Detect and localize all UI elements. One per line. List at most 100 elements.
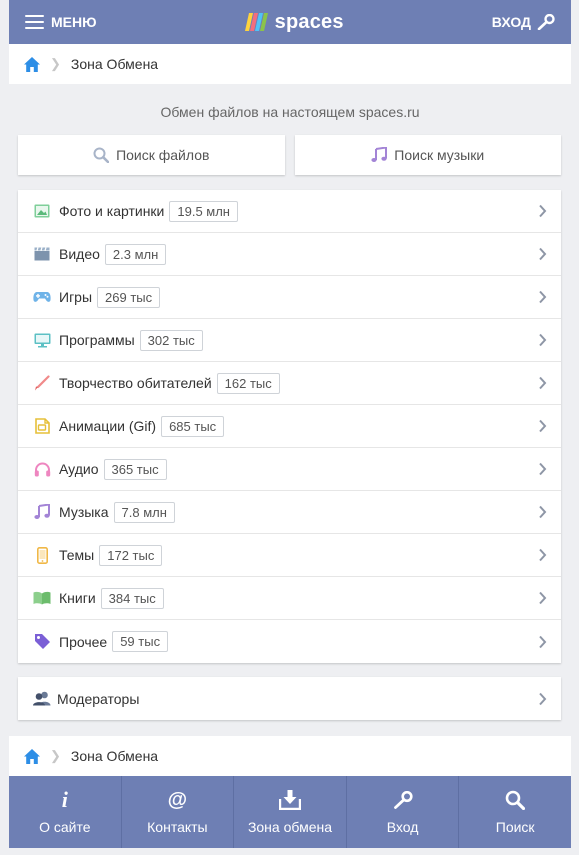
category-label: Игры bbox=[59, 289, 93, 305]
menu-label: МЕНЮ bbox=[51, 14, 97, 30]
category-item-books[interactable]: Книги 384 тыс bbox=[18, 577, 561, 620]
nav-label: Вход bbox=[386, 819, 419, 835]
category-count-badge: 384 тыс bbox=[100, 587, 164, 609]
chevron-right-icon bbox=[539, 419, 547, 433]
category-item-photos[interactable]: Фото и картинки 19.5 млн bbox=[18, 190, 561, 233]
search-files-button[interactable]: Поиск файлов bbox=[18, 135, 285, 175]
hamburger-icon bbox=[25, 15, 44, 29]
category-item-themes[interactable]: Темы 172 тыс bbox=[18, 534, 561, 577]
category-item-animations[interactable]: Анимации (Gif) 685 тыс bbox=[18, 405, 561, 448]
book-icon bbox=[32, 589, 52, 607]
category-list: Фото и картинки 19.5 млн Видео 2.3 млн И… bbox=[18, 190, 561, 663]
category-item-video[interactable]: Видео 2.3 млн bbox=[18, 233, 561, 276]
nav-label: Поиск bbox=[495, 819, 535, 835]
brush-icon bbox=[32, 374, 52, 392]
breadcrumb-current: Зона Обмена bbox=[70, 56, 159, 72]
category-item-creativity[interactable]: Творчество обитателей 162 тыс bbox=[18, 362, 561, 405]
nav-search[interactable]: Поиск bbox=[459, 776, 571, 848]
category-label: Фото и картинки bbox=[59, 203, 165, 219]
chevron-right-icon bbox=[539, 548, 547, 562]
category-item-audio[interactable]: Аудио 365 тыс bbox=[18, 448, 561, 491]
top-bar: МЕНЮ spaces ВХОД bbox=[9, 0, 571, 44]
info-icon: i bbox=[61, 787, 68, 812]
breadcrumb-separator-icon: ❯ bbox=[50, 56, 61, 71]
headphones-icon bbox=[32, 460, 52, 478]
users-icon bbox=[32, 691, 52, 706]
key-icon bbox=[393, 789, 413, 811]
category-label: Анимации (Gif) bbox=[59, 418, 157, 434]
home-icon[interactable] bbox=[23, 748, 41, 765]
category-count-badge: 162 тыс bbox=[216, 372, 280, 394]
search-music-label: Поиск музыки bbox=[394, 147, 485, 163]
search-icon bbox=[505, 789, 526, 811]
category-label: Программы bbox=[59, 332, 135, 348]
tag-icon bbox=[32, 633, 52, 651]
logo[interactable]: spaces bbox=[244, 11, 344, 34]
search-music-button[interactable]: Поиск музыки bbox=[294, 135, 561, 175]
category-item-music[interactable]: Музыка 7.8 млн bbox=[18, 491, 561, 534]
chevron-right-icon bbox=[539, 204, 547, 218]
video-icon bbox=[32, 245, 52, 263]
gamepad-icon bbox=[32, 288, 52, 306]
spaces-logo-icon bbox=[244, 13, 268, 31]
category-label: Прочее bbox=[59, 633, 108, 650]
moderators-item[interactable]: Модераторы bbox=[18, 677, 561, 720]
category-count-badge: 365 тыс bbox=[103, 458, 167, 480]
nav-label: Зона обмена bbox=[247, 819, 333, 835]
nav-contacts[interactable]: @ Контакты bbox=[122, 776, 235, 848]
breadcrumb-current: Зона Обмена bbox=[70, 748, 159, 764]
category-count-badge: 172 тыс bbox=[99, 544, 163, 566]
chevron-right-icon bbox=[539, 290, 547, 304]
search-files-label: Поиск файлов bbox=[116, 147, 210, 163]
category-label: Книги bbox=[59, 590, 96, 606]
login-button[interactable]: ВХОД bbox=[492, 14, 555, 30]
nav-label: Контакты bbox=[147, 819, 208, 835]
chevron-right-icon bbox=[539, 247, 547, 261]
category-count-badge: 2.3 млн bbox=[104, 243, 167, 265]
music-note-icon bbox=[32, 503, 52, 521]
category-item-programs[interactable]: Программы 302 тыс bbox=[18, 319, 561, 362]
page-subtitle: Обмен файлов на настоящем spaces.ru bbox=[160, 104, 420, 120]
photo-icon bbox=[32, 202, 52, 220]
breadcrumb: ❯ Зона Обмена bbox=[9, 44, 571, 84]
chevron-right-icon bbox=[539, 333, 547, 347]
breadcrumb-separator-icon: ❯ bbox=[50, 748, 61, 763]
category-count-badge: 19.5 млн bbox=[169, 200, 238, 222]
chevron-right-icon bbox=[539, 692, 547, 705]
home-icon[interactable] bbox=[23, 56, 41, 73]
breadcrumb-bottom: ❯ Зона Обмена bbox=[9, 736, 571, 776]
gif-icon bbox=[32, 417, 52, 435]
category-count-badge: 685 тыс bbox=[161, 415, 225, 437]
phone-icon bbox=[32, 546, 52, 564]
menu-button[interactable]: МЕНЮ bbox=[25, 14, 97, 30]
category-count-badge: 269 тыс bbox=[97, 286, 161, 308]
download-icon bbox=[278, 789, 301, 811]
category-label: Видео bbox=[59, 246, 100, 262]
category-item-games[interactable]: Игры 269 тыс bbox=[18, 276, 561, 319]
category-label: Темы bbox=[59, 547, 95, 563]
music-note-icon bbox=[371, 147, 388, 162]
category-label: Творчество обитателей bbox=[59, 375, 212, 391]
nav-about[interactable]: i О сайте bbox=[9, 776, 122, 848]
chevron-right-icon bbox=[539, 505, 547, 519]
search-icon bbox=[93, 147, 110, 163]
category-label: Аудио bbox=[59, 461, 99, 477]
chevron-right-icon bbox=[539, 635, 547, 648]
key-icon bbox=[537, 14, 555, 30]
category-count-badge: 7.8 млн bbox=[113, 501, 175, 523]
chevron-right-icon bbox=[539, 376, 547, 390]
bottom-nav: i О сайте @ Контакты Зона обмена Вход По… bbox=[9, 776, 571, 848]
at-icon: @ bbox=[167, 788, 188, 811]
category-count-badge: 59 тыс bbox=[112, 631, 169, 652]
monitor-icon bbox=[32, 331, 52, 349]
moderators-label: Модераторы bbox=[57, 690, 140, 707]
nav-exchange-zone[interactable]: Зона обмена bbox=[234, 776, 347, 848]
nav-label: О сайте bbox=[39, 819, 91, 835]
login-label: ВХОД bbox=[491, 14, 531, 30]
chevron-right-icon bbox=[539, 462, 547, 476]
category-item-other[interactable]: Прочее 59 тыс bbox=[18, 620, 561, 663]
chevron-right-icon bbox=[539, 591, 547, 605]
nav-login[interactable]: Вход bbox=[347, 776, 460, 848]
category-label: Музыка bbox=[59, 504, 109, 520]
category-count-badge: 302 тыс bbox=[139, 329, 203, 351]
